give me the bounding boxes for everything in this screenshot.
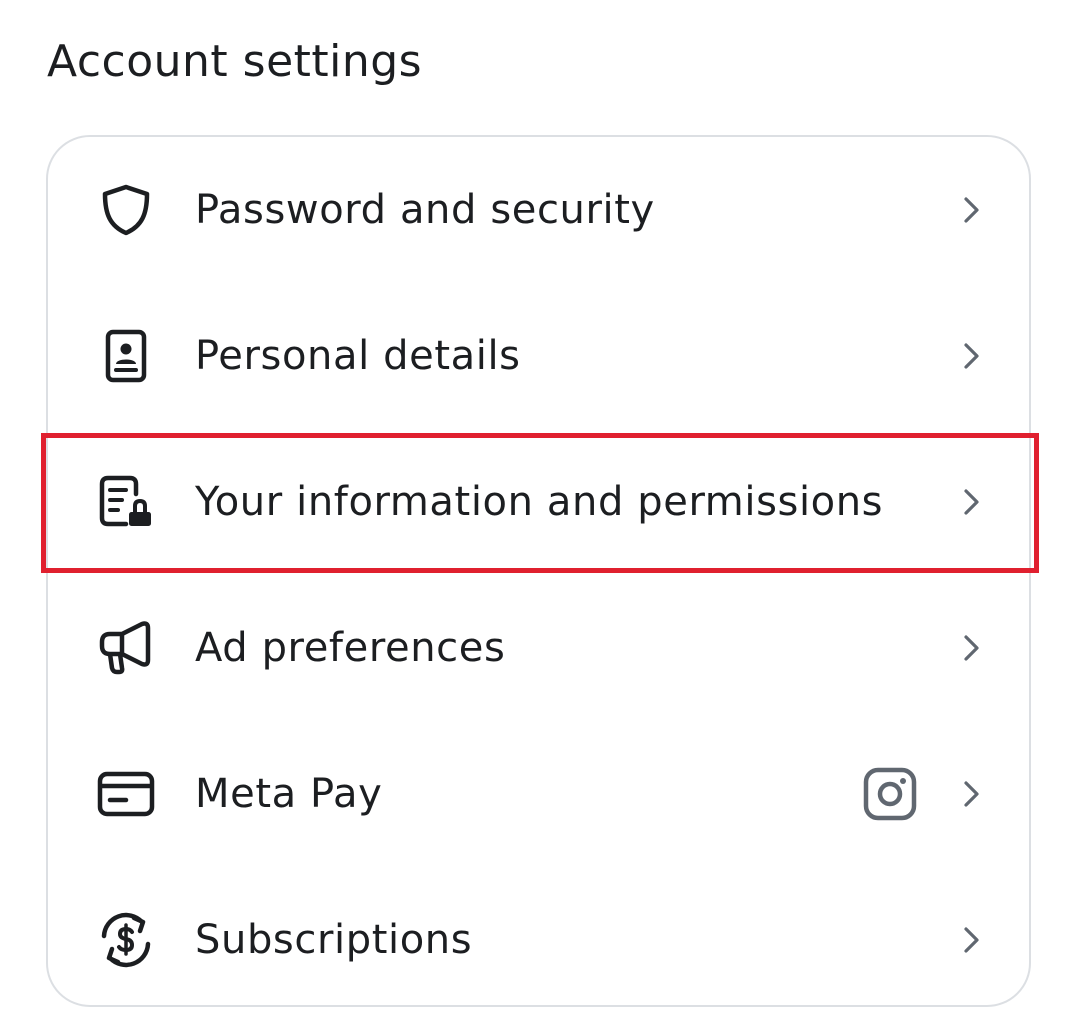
settings-item-ad-preferences[interactable]: Ad preferences (48, 575, 1033, 721)
shield-icon (96, 182, 156, 238)
settings-item-password-and-security[interactable]: Password and security (48, 137, 1033, 283)
settings-item-subscriptions[interactable]: Subscriptions (48, 867, 1033, 1013)
dollar-refresh-icon (96, 912, 156, 968)
settings-item-personal-details[interactable]: Personal details (48, 283, 1033, 429)
chevron-right-icon (956, 925, 986, 955)
credit-card-icon (96, 766, 156, 822)
settings-item-label: Password and security (195, 187, 655, 233)
settings-item-meta-pay[interactable]: Meta Pay (48, 721, 1033, 867)
settings-item-your-information-and-permissions[interactable]: Your information and permissions (48, 429, 1033, 575)
instagram-icon (862, 766, 918, 822)
settings-item-label: Personal details (195, 333, 521, 379)
settings-item-label: Subscriptions (195, 917, 473, 963)
chevron-right-icon (956, 195, 986, 225)
settings-item-label: Ad preferences (195, 625, 506, 671)
page-title: Account settings (47, 36, 423, 87)
id-card-icon (96, 328, 156, 384)
chevron-right-icon (956, 341, 986, 371)
settings-item-label: Meta Pay (195, 771, 383, 817)
settings-item-label: Your information and permissions (195, 479, 884, 525)
account-settings-card: Password and security Personal details Y… (46, 135, 1031, 1007)
chevron-right-icon (956, 779, 986, 809)
megaphone-icon (96, 620, 156, 676)
document-lock-icon (96, 474, 156, 530)
chevron-right-icon (956, 633, 986, 663)
chevron-right-icon (956, 487, 986, 517)
